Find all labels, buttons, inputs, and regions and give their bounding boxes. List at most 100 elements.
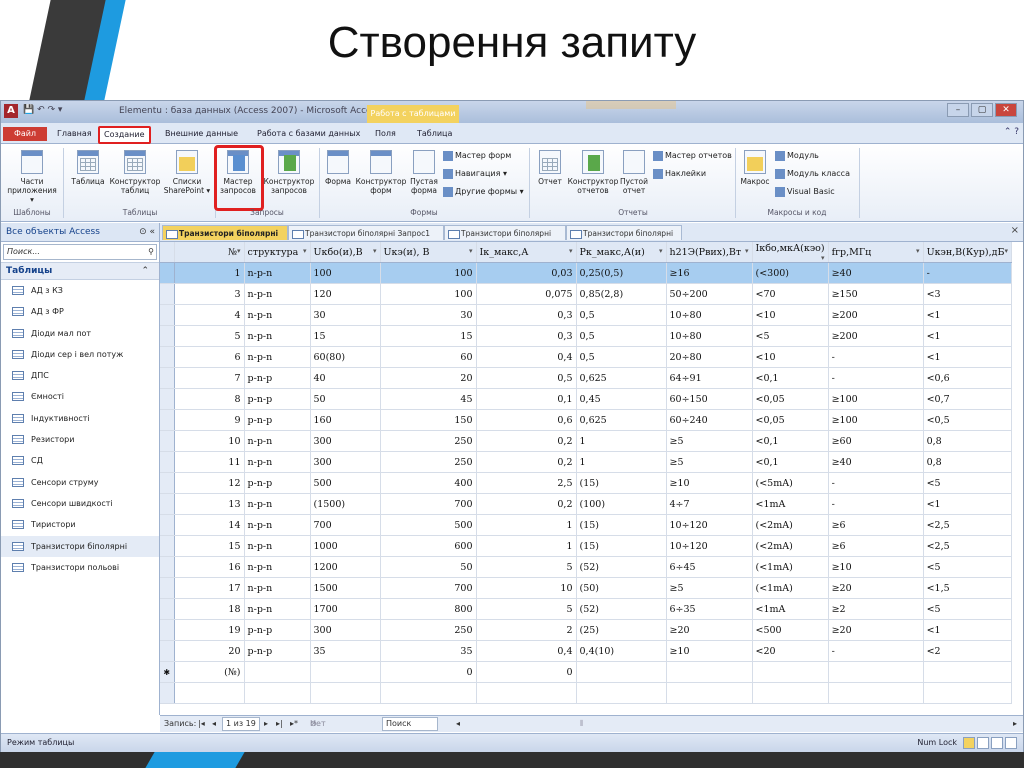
table-cell[interactable]: (1500) [310,493,381,515]
query-wizard-button[interactable]: Мастер запросов [217,150,259,195]
table-cell[interactable]: <1,5 [923,577,1012,599]
pivot-chart-view-icon[interactable] [991,737,1003,749]
table-cell[interactable]: 5 [476,556,577,578]
table-cell[interactable]: 60÷150 [666,388,753,410]
table-cell[interactable]: 0,4 [476,346,577,368]
table-cell[interactable]: 100 [310,262,381,284]
nav-item-table[interactable]: СД [1,450,159,471]
table-cell[interactable]: 20 [380,367,477,389]
scroll-right-icon[interactable]: ▸ [1013,716,1017,732]
table-cell[interactable]: 100 [380,283,477,305]
table-row[interactable]: 20 p-n-p 35 35 0,4 0,4(10) ≥10 <20- <2 [160,640,1012,662]
table-cell[interactable]: <1 [923,619,1012,641]
table-cell[interactable]: n-p-n [244,577,311,599]
table-cell[interactable]: 1000 [310,535,381,557]
table-cell[interactable]: 0,5 [576,346,667,368]
close-button[interactable]: ✕ [995,103,1017,117]
table-cell[interactable]: (<300) [752,262,829,284]
table-cell[interactable]: 17 [174,577,245,599]
table-cell[interactable]: - [828,472,924,494]
table-cell[interactable]: ≥60 [828,430,924,452]
table-cell[interactable]: 500 [310,472,381,494]
table-cell[interactable]: 6÷35 [666,598,753,620]
table-cell[interactable]: 0,8 [923,451,1012,473]
table-cell[interactable]: 50÷200 [666,283,753,305]
table-cell[interactable]: 14 [174,514,245,536]
table-cell[interactable]: 0,25(0,5) [576,262,667,284]
table-cell[interactable]: 0,85(2,8) [576,283,667,305]
table-cell[interactable]: 250 [380,430,477,452]
table-cell[interactable] [244,661,311,683]
labels-button[interactable]: Наклейки [653,168,706,179]
table-cell[interactable]: 16 [174,556,245,578]
table-cell[interactable]: 0,03 [476,262,577,284]
row-selector[interactable]: ✱ [160,661,175,683]
table-cell[interactable]: 700 [380,493,477,515]
table-cell[interactable]: ≥20 [666,619,753,641]
table-cell[interactable]: n-p-n [244,262,311,284]
table-row[interactable]: 13 n-p-n (1500) 700 0,2 (100) 4÷7 <1mA - <1 [160,493,1012,515]
search-icon[interactable]: ⚲ [148,245,154,259]
row-selector[interactable] [160,409,175,431]
table-cell[interactable]: ≥20 [828,577,924,599]
column-header-h21e[interactable]: h21Э(Pвих),Вт ▾ [666,242,753,263]
table-cell[interactable]: (№) [174,661,245,683]
nav-item-table[interactable]: Ємності [1,386,159,407]
table-cell[interactable]: p-n-p [244,367,311,389]
table-row[interactable]: 1 n-p-n 100 100 0,03 0,25(0,5) ≥16 (<300) ≥40- [160,262,1012,284]
scroll-left-icon[interactable]: ◂ [456,716,460,732]
table-cell[interactable]: <20 [752,640,829,662]
nav-item-table-selected[interactable]: Транзистори біполярні [1,535,159,557]
table-button[interactable]: Таблица [67,150,109,186]
table-row[interactable]: 17 n-p-n 1500 700 10 (50) ≥5 (<1mA) ≥20 <1,5 [160,577,1012,599]
table-cell[interactable]: ≥5 [666,430,753,452]
table-cell[interactable] [752,661,829,683]
row-selector[interactable] [160,367,175,389]
nav-group-tables[interactable]: Таблицы ⌃ [1,262,159,280]
table-row[interactable]: 8 p-n-p 50 45 0,1 0,45 60÷150 <0,05 ≥100 <0,7 [160,388,1012,410]
table-cell[interactable]: 120 [310,283,381,305]
table-cell[interactable]: 35 [310,640,381,662]
tab-table[interactable]: Таблица [413,127,456,141]
chevron-down-icon[interactable]: ▾ [303,247,307,255]
table-cell[interactable]: n-p-n [244,493,311,515]
column-header-number[interactable]: № ▾ [174,242,245,263]
doc-tab[interactable]: Транзистори біполярні [566,225,682,240]
table-cell[interactable]: (52) [576,556,667,578]
table-cell[interactable]: 10 [476,577,577,599]
table-cell[interactable]: 2 [476,619,577,641]
table-cell[interactable]: 3 [174,283,245,305]
tab-create[interactable]: Создание [98,126,151,144]
table-cell[interactable]: 60÷240 [666,409,753,431]
table-cell[interactable]: 0 [476,661,577,683]
table-cell[interactable]: <5 [923,556,1012,578]
row-selector[interactable] [160,598,175,620]
table-cell[interactable]: 18 [174,598,245,620]
table-row[interactable]: 5 n-p-n 15 15 0,3 0,5 10÷80 <5 ≥200 <1 [160,325,1012,347]
table-cell[interactable]: 1200 [310,556,381,578]
table-cell[interactable]: 100 [380,262,477,284]
table-cell[interactable]: ≥16 [666,262,753,284]
app-parts-button[interactable]: Части приложения ▾ [5,150,59,204]
table-cell[interactable]: 30 [310,304,381,326]
tab-fields[interactable]: Поля [371,127,400,141]
form-wizard-button[interactable]: Мастер форм [443,150,511,161]
table-cell[interactable]: 250 [380,619,477,641]
table-cell[interactable]: 0,4 [476,640,577,662]
nav-item-table[interactable]: Резистори [1,429,159,450]
form-designer-button[interactable]: Конструктор форм [355,150,407,195]
table-row[interactable]: 9 p-n-p 160 150 0,6 0,625 60÷240 <0,05 ≥100 <0,5 [160,409,1012,431]
table-cell[interactable] [923,661,1012,683]
chevron-down-icon[interactable]: ▾ [916,247,920,255]
column-header-ik-max[interactable]: Iк_макс,А ▾ [476,242,577,263]
table-cell[interactable]: <0,05 [752,409,829,431]
tab-file[interactable]: Файл [3,127,47,141]
nav-item-table[interactable]: АД з ФР [1,301,159,322]
table-cell[interactable]: 1 [576,451,667,473]
table-cell[interactable]: <2,5 [923,535,1012,557]
table-row[interactable]: 19 p-n-p 300 250 2 (25) ≥20 <500 ≥20 <1 [160,619,1012,641]
nav-pane-toggle-icon[interactable]: ⊙ « [139,223,155,241]
table-cell[interactable]: 0,5 [476,367,577,389]
table-cell[interactable]: (<2mA) [752,535,829,557]
table-cell[interactable]: 0,3 [476,325,577,347]
